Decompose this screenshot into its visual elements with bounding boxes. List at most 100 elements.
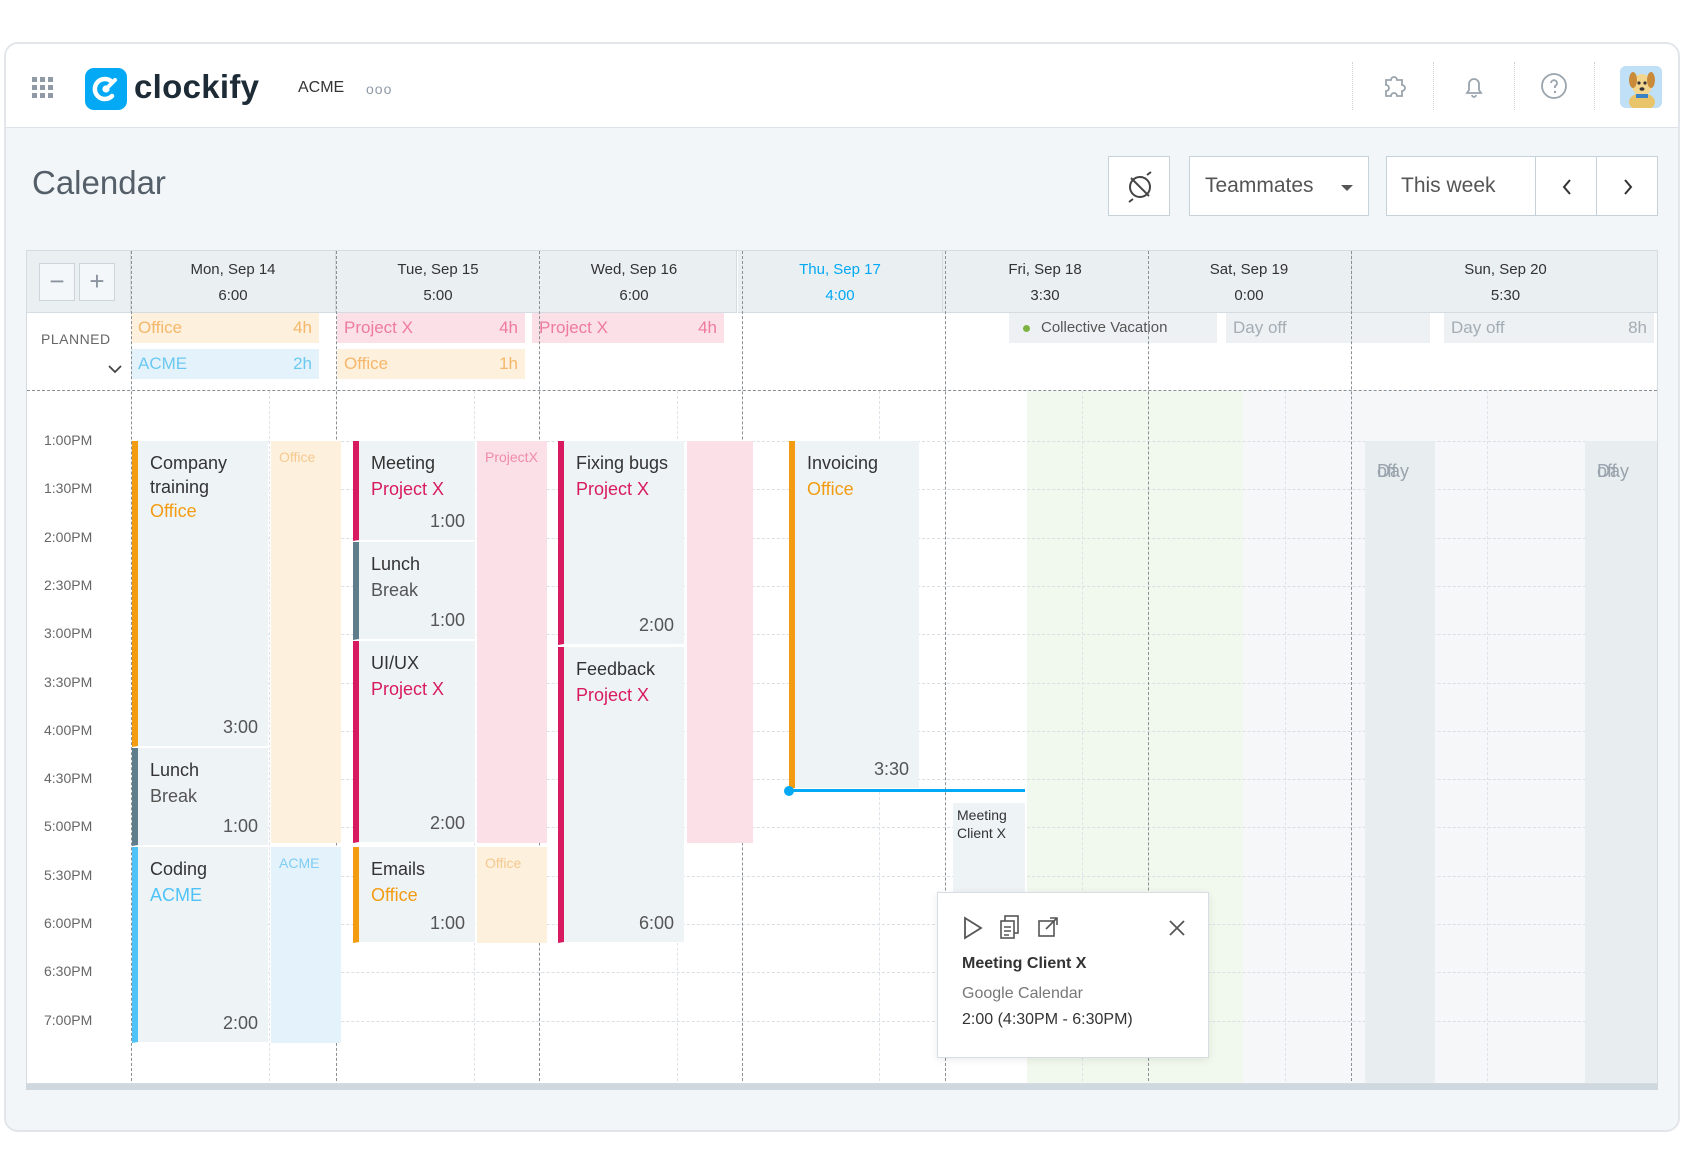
time-label: 4:30PM	[44, 770, 93, 786]
planned-block-office[interactable]: Office	[477, 847, 547, 943]
entry-project: Break	[371, 580, 419, 600]
time-label: 4:00PM	[44, 722, 93, 738]
entry-project: Office	[371, 885, 418, 905]
logo-text: clockify	[134, 68, 260, 105]
play-icon[interactable]	[960, 915, 984, 941]
entry-duration: 1:00	[429, 913, 465, 933]
planned-hours: 8h	[1628, 318, 1647, 337]
planned-sun-dayoff[interactable]: Day off 8h	[1444, 313, 1654, 343]
day-header: Sun, Sep 20 5:30	[1352, 251, 1657, 313]
no-sync-icon	[1128, 171, 1152, 203]
previous-week-button[interactable]	[1535, 156, 1597, 216]
entry-lunch-break[interactable]: Lunch Break 1:00	[353, 542, 475, 640]
day-total: 4:00	[825, 287, 855, 304]
entry-title: Company training	[150, 453, 228, 497]
divider	[1352, 62, 1353, 110]
top-bar: clockify ACME ooo	[6, 44, 1678, 128]
sub-column-divider	[1285, 391, 1286, 1083]
entry-title: UI/UX	[371, 653, 420, 673]
planned-hours: 4h	[499, 318, 518, 337]
entry-title: Fixing bugs	[576, 453, 669, 473]
planned-wed-projectx[interactable]: Project X 4h	[532, 313, 724, 343]
planned-sat-dayoff[interactable]: Day off	[1226, 313, 1430, 343]
workspace-name[interactable]: ACME	[298, 79, 344, 97]
day-date: Fri, Sep 18	[1008, 261, 1082, 278]
planned-block-acme[interactable]: ACME	[271, 847, 341, 1043]
entry-duration: 2:00	[222, 1013, 258, 1033]
planned-mon-acme[interactable]: ACME 2h	[131, 349, 319, 379]
planned-mon-office[interactable]: Office 4h	[131, 313, 319, 343]
status-dot	[1023, 325, 1030, 332]
planned-fri-vacation[interactable]: Collective Vacation	[1009, 313, 1217, 343]
next-week-button[interactable]	[1596, 156, 1658, 216]
entry-meeting[interactable]: Meeting Project X 1:00	[353, 441, 475, 541]
day-header: Sat, Sep 19 0:00	[1147, 251, 1352, 313]
zoom-controls: − +	[27, 251, 131, 313]
time-label: 2:30PM	[44, 577, 93, 593]
chevron-right-icon	[1624, 179, 1633, 195]
entry-duration: 3:00	[222, 717, 258, 737]
help-icon[interactable]	[1534, 66, 1574, 106]
planned-hours: 4h	[698, 318, 717, 337]
chevron-left-icon	[1562, 179, 1571, 195]
time-label: 3:30PM	[44, 674, 93, 690]
entry-company-training[interactable]: Company training Office 3:00	[132, 441, 268, 747]
day-off-label: Day off	[1597, 461, 1630, 481]
day-total: 3:30	[1030, 287, 1060, 304]
planned-block-office[interactable]: Office	[271, 441, 341, 843]
entry-fixing-bugs[interactable]: Fixing bugs Project X 2:00	[558, 441, 684, 645]
entry-project: Project X	[576, 685, 650, 705]
puzzle-icon[interactable]	[1374, 66, 1414, 106]
divider	[1514, 62, 1515, 110]
popup-time: 2:00 (4:30PM - 6:30PM)	[962, 1011, 1133, 1028]
popup-source: Google Calendar	[962, 985, 1083, 1002]
entry-project: Project X	[576, 479, 650, 499]
time-label: 5:00PM	[44, 818, 93, 834]
entry-lunch-break[interactable]: Lunch Break 1:00	[132, 748, 268, 846]
entry-project: Office	[807, 479, 854, 499]
entry-uiux[interactable]: UI/UX Project X 2:00	[353, 641, 475, 843]
entry-feedback[interactable]: Feedback Project X 6:00	[558, 647, 684, 943]
planned-project: Office	[344, 354, 389, 373]
chevron-down-icon[interactable]	[107, 363, 123, 375]
day-date: Sun, Sep 20	[1464, 261, 1547, 278]
planned-hours: 2h	[293, 354, 312, 373]
entry-title: Feedback	[576, 659, 656, 679]
date-range-label: This week	[1401, 174, 1496, 197]
planned-block-day-off[interactable]: Day off	[1585, 441, 1657, 1083]
more-icon[interactable]: ooo	[366, 81, 392, 97]
sub-column-divider	[269, 391, 270, 1083]
entry-coding[interactable]: Coding ACME 2:00	[132, 847, 268, 1043]
entry-title: Emails	[371, 859, 426, 879]
planned-project: Project X	[539, 318, 608, 337]
entry-invoicing[interactable]: Invoicing Office 3:30	[789, 441, 919, 789]
bell-icon[interactable]	[1454, 66, 1494, 106]
planned-tue-office[interactable]: Office 1h	[337, 349, 525, 379]
teammates-dropdown[interactable]: Teammates	[1189, 156, 1369, 216]
entry-project: Office	[150, 501, 197, 521]
planned-block-projectx[interactable]: ProjectX	[477, 441, 547, 843]
entry-title: Meeting	[371, 453, 436, 473]
day-total: 6:00	[218, 287, 248, 304]
copy-icon[interactable]	[998, 913, 1022, 941]
zoom-in-button[interactable]: +	[79, 263, 115, 301]
apps-grid-icon[interactable]	[32, 77, 54, 99]
planned-tue-projectx[interactable]: Project X 4h	[337, 313, 525, 343]
date-range-picker[interactable]: This week	[1386, 156, 1536, 216]
planned-block-day-off[interactable]: Day off	[1365, 441, 1435, 1083]
day-total: 0:00	[1234, 287, 1264, 304]
day-date: Thu, Sep 17	[799, 261, 881, 278]
sync-toggle-button[interactable]	[1108, 156, 1170, 216]
open-icon[interactable]	[1036, 915, 1060, 939]
day-date: Wed, Sep 16	[590, 261, 678, 278]
day-off-label: Day off	[1377, 461, 1410, 481]
entry-emails[interactable]: Emails Office 1:00	[353, 847, 475, 943]
avatar[interactable]	[1620, 66, 1662, 108]
planned-block-projectx[interactable]	[687, 441, 753, 843]
zoom-out-button[interactable]: −	[39, 263, 75, 301]
day-header: Fri, Sep 18 3:30	[943, 251, 1148, 313]
time-label: 6:00PM	[44, 915, 93, 931]
time-label: 7:00PM	[44, 1012, 93, 1028]
entry-duration: 1:00	[222, 816, 258, 836]
close-icon[interactable]	[1168, 919, 1186, 937]
